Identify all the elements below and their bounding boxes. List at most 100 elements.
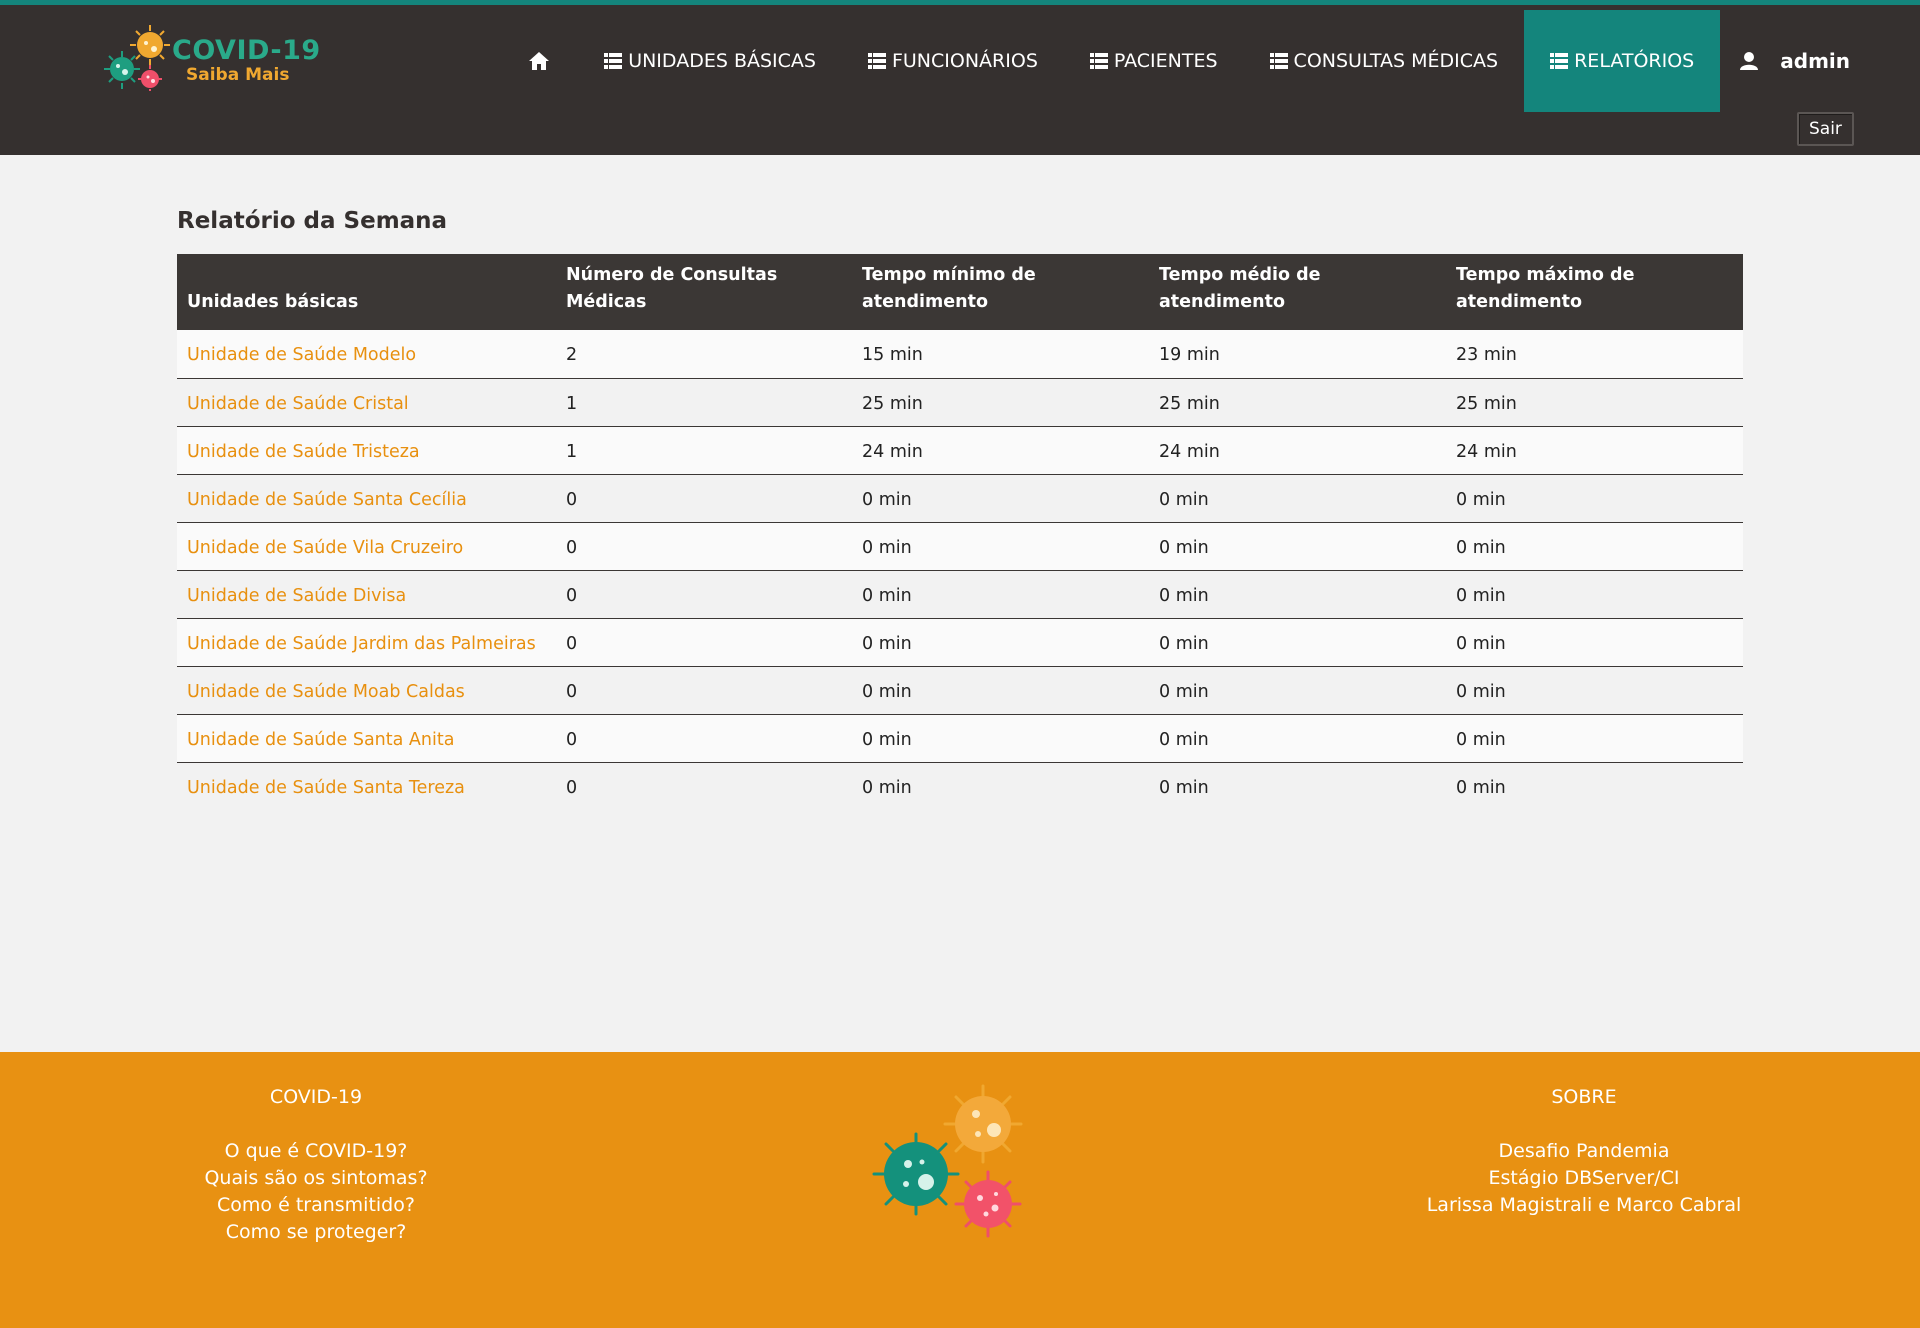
min-cell: 25 min [852, 378, 1149, 427]
min-cell: 0 min [852, 714, 1149, 763]
avg-cell: 0 min [1149, 762, 1446, 810]
min-cell: 0 min [852, 570, 1149, 619]
virus-logo-icon [104, 25, 170, 91]
nav-pacientes[interactable]: PACIENTES [1064, 10, 1244, 112]
unit-link[interactable]: Unidade de Saúde Modelo [187, 345, 416, 365]
list-icon [867, 53, 886, 69]
column-header: Unidades básicas [177, 254, 556, 330]
unit-link[interactable]: Unidade de Saúde Divisa [187, 586, 406, 606]
avg-cell: 0 min [1149, 666, 1446, 715]
nav-unidades-basicas[interactable]: UNIDADES BÁSICAS [578, 10, 842, 112]
footer-link-transmission[interactable]: Como é transmitido? [116, 1192, 516, 1219]
footer-about-section: SOBRE Desafio Pandemia Estágio DBServer/… [1384, 1084, 1784, 1219]
unit-link[interactable]: Unidade de Saúde Moab Caldas [187, 682, 465, 702]
list-icon [1550, 53, 1569, 69]
max-cell: 0 min [1446, 474, 1743, 523]
list-icon [1269, 53, 1288, 69]
unit-link[interactable]: Unidade de Saúde Santa Anita [187, 730, 454, 750]
min-cell: 24 min [852, 426, 1149, 475]
table-row: Unidade de Saúde Cristal 1 25 min 25 min 25 … [177, 378, 1743, 427]
brand-title: COVID-19 [172, 35, 321, 66]
column-header: Tempo mínimo de atendimento [852, 254, 1149, 330]
count-cell: 0 [556, 570, 852, 619]
max-cell: 0 min [1446, 714, 1743, 763]
nav-label: FUNCIONÁRIOS [891, 50, 1038, 72]
footer-heading: COVID-19 [269, 1086, 363, 1108]
column-header: Número de Consultas Médicas [556, 254, 852, 330]
unit-cell: Unidade de Saúde Tristeza [177, 426, 556, 475]
nav-funcionarios[interactable]: FUNCIONÁRIOS [842, 10, 1064, 112]
unit-cell: Unidade de Saúde Moab Caldas [177, 666, 556, 715]
footer-about-line: Larissa Magistrali e Marco Cabral [1426, 1194, 1742, 1216]
table-row: Unidade de Saúde Divisa 0 0 min 0 min 0 min [177, 570, 1743, 619]
column-header: Tempo máximo de atendimento [1446, 254, 1743, 330]
nav-label: RELATÓRIOS [1574, 50, 1695, 72]
count-cell: 1 [556, 426, 852, 475]
min-cell: 0 min [852, 522, 1149, 571]
min-cell: 0 min [852, 666, 1149, 715]
table-row: Unidade de Saúde Tristeza 1 24 min 24 min 24… [177, 426, 1743, 475]
count-cell: 0 [556, 666, 852, 715]
unit-cell: Unidade de Saúde Jardim das Palmeiras [177, 618, 556, 667]
unit-cell: Unidade de Saúde Santa Anita [177, 714, 556, 763]
table-row: Unidade de Saúde Santa Tereza 0 0 min 0 min… [177, 762, 1743, 810]
user-icon [1740, 51, 1759, 71]
unit-link[interactable]: Unidade de Saúde Santa Cecília [187, 490, 467, 510]
nav-relatorios[interactable]: RELATÓRIOS [1524, 10, 1721, 112]
table-row: Unidade de Saúde Vila Cruzeiro 0 0 min 0 mi… [177, 522, 1743, 571]
min-cell: 15 min [852, 330, 1149, 379]
brand-logo[interactable]: COVID-19 Saiba Mais [100, 21, 320, 91]
table-row: Unidade de Saúde Santa Anita 0 0 min 0 min 0… [177, 714, 1743, 763]
avg-cell: 0 min [1149, 522, 1446, 571]
footer-link-symptoms[interactable]: Quais são os sintomas? [116, 1165, 516, 1192]
unit-link[interactable]: Unidade de Saúde Cristal [187, 394, 409, 414]
unit-cell: Unidade de Saúde Santa Cecília [177, 474, 556, 523]
unit-cell: Unidade de Saúde Modelo [177, 330, 556, 379]
table-row: Unidade de Saúde Modelo 2 15 min 19 min 23 m… [177, 330, 1743, 379]
avg-cell: 0 min [1149, 714, 1446, 763]
min-cell: 0 min [852, 474, 1149, 523]
nav-label: CONSULTAS MÉDICAS [1293, 50, 1499, 72]
count-cell: 0 [556, 522, 852, 571]
nav-consultas-medicas[interactable]: CONSULTAS MÉDICAS [1244, 10, 1525, 112]
footer-about-line: Desafio Pandemia [1498, 1140, 1670, 1162]
table-header-row: Unidades básicas Número de Consultas Méd… [177, 254, 1743, 330]
avg-cell: 19 min [1149, 330, 1446, 379]
column-header: Tempo médio de atendimento [1149, 254, 1446, 330]
top-navbar: COVID-19 Saiba Mais UNIDADES BÁSICAS FUN… [0, 0, 1920, 155]
table-row: Unidade de Saúde Jardim das Palmeiras 0 0 … [177, 618, 1743, 667]
nav-home[interactable] [528, 10, 578, 112]
user-menu[interactable]: admin [1720, 10, 1920, 112]
avg-cell: 0 min [1149, 618, 1446, 667]
unit-link[interactable]: Unidade de Saúde Tristeza [187, 442, 420, 462]
table-row: Unidade de Saúde Santa Cecília 0 0 min 0 mi… [177, 474, 1743, 523]
max-cell: 24 min [1446, 426, 1743, 475]
virus-illustration-icon [872, 1084, 1023, 1238]
unit-link[interactable]: Unidade de Saúde Santa Tereza [187, 778, 465, 798]
avg-cell: 0 min [1149, 570, 1446, 619]
avg-cell: 24 min [1149, 426, 1446, 475]
min-cell: 0 min [852, 762, 1149, 810]
unit-link[interactable]: Unidade de Saúde Jardim das Palmeiras [187, 634, 536, 654]
footer-covid-section: COVID-19 O que é COVID-19? Quais são os … [116, 1084, 516, 1246]
logout-button[interactable]: Sair [1797, 112, 1854, 146]
weekly-report-table: Unidades básicas Número de Consultas Méd… [177, 254, 1743, 810]
unit-cell: Unidade de Saúde Cristal [177, 378, 556, 427]
unit-link[interactable]: Unidade de Saúde Vila Cruzeiro [187, 538, 463, 558]
max-cell: 0 min [1446, 522, 1743, 571]
list-icon [604, 53, 623, 69]
nav-label: UNIDADES BÁSICAS [628, 50, 816, 72]
min-cell: 0 min [852, 618, 1149, 667]
max-cell: 0 min [1446, 618, 1743, 667]
max-cell: 25 min [1446, 378, 1743, 427]
table-row: Unidade de Saúde Moab Caldas 0 0 min 0 min 0… [177, 666, 1743, 715]
nav-label: PACIENTES [1113, 50, 1218, 72]
avg-cell: 0 min [1149, 474, 1446, 523]
count-cell: 0 [556, 474, 852, 523]
home-icon [528, 51, 550, 71]
footer-link-what-is[interactable]: O que é COVID-19? [116, 1138, 516, 1165]
max-cell: 0 min [1446, 762, 1743, 810]
list-icon [1089, 53, 1108, 69]
footer-link-protection[interactable]: Como se proteger? [116, 1219, 516, 1246]
unit-cell: Unidade de Saúde Vila Cruzeiro [177, 522, 556, 571]
